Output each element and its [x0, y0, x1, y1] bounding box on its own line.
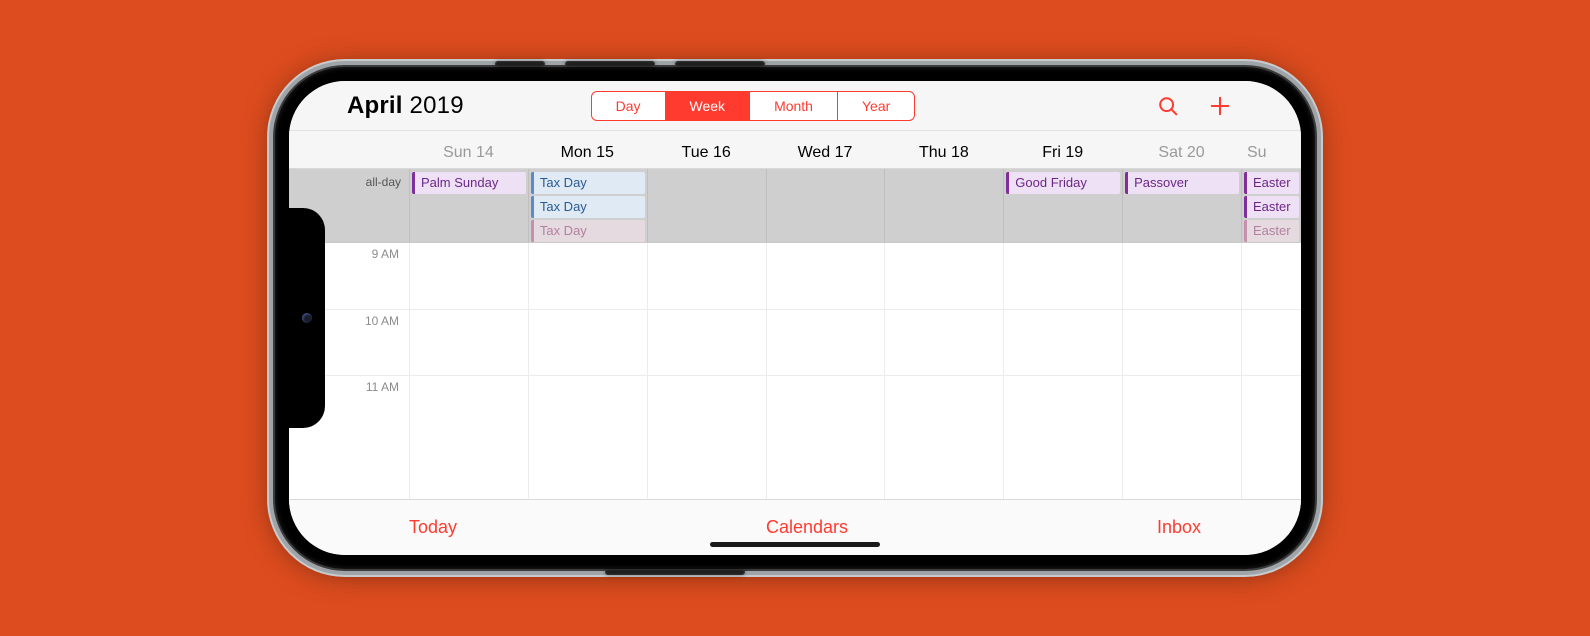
- device-screen: April 2019 Day Week Month Year: [289, 81, 1301, 555]
- device-button: [565, 61, 655, 67]
- segment-day[interactable]: Day: [592, 92, 666, 120]
- day-header[interactable]: Sun 14: [409, 144, 528, 162]
- day-column[interactable]: [528, 243, 647, 499]
- nav-icons: [1157, 95, 1231, 117]
- search-icon[interactable]: [1157, 95, 1179, 117]
- day-column[interactable]: [766, 243, 885, 499]
- day-headers: Sun 14 Mon 15 Tue 16 Wed 17 Thu 18 Fri 1…: [289, 131, 1301, 169]
- allday-event[interactable]: Palm Sunday: [412, 172, 526, 194]
- allday-event[interactable]: Easter: [1244, 172, 1299, 194]
- device-button: [605, 569, 745, 575]
- day-column[interactable]: [647, 243, 766, 499]
- allday-event[interactable]: Passover: [1125, 172, 1239, 194]
- page-title: April 2019: [347, 92, 464, 120]
- plus-icon[interactable]: [1209, 95, 1231, 117]
- allday-col: [766, 169, 885, 242]
- day-column[interactable]: [884, 243, 1003, 499]
- allday-event[interactable]: Good Friday: [1006, 172, 1120, 194]
- day-header[interactable]: Tue 16: [647, 144, 766, 162]
- device-button: [675, 61, 765, 67]
- device-frame: April 2019 Day Week Month Year: [275, 67, 1315, 569]
- day-header[interactable]: Mon 15: [528, 144, 647, 162]
- allday-col: [647, 169, 766, 242]
- allday-event[interactable]: Tax Day: [531, 172, 645, 194]
- calendars-button[interactable]: Calendars: [766, 517, 848, 538]
- segment-month[interactable]: Month: [750, 92, 838, 120]
- day-header[interactable]: Wed 17: [766, 144, 885, 162]
- allday-event[interactable]: Easter: [1244, 220, 1299, 242]
- view-segmented-control[interactable]: Day Week Month Year: [591, 91, 916, 121]
- title-month: April: [347, 92, 403, 119]
- allday-region: all-day Palm Sunday Tax Day Tax Day Tax …: [289, 169, 1301, 243]
- day-header[interactable]: Fri 19: [1003, 144, 1122, 162]
- title-year: 2019: [410, 92, 464, 119]
- day-header[interactable]: Su: [1241, 144, 1301, 162]
- allday-col: Palm Sunday: [409, 169, 528, 242]
- allday-col: Passover: [1122, 169, 1241, 242]
- calendar-app: April 2019 Day Week Month Year: [289, 81, 1301, 555]
- allday-col: [884, 169, 1003, 242]
- day-column[interactable]: [409, 243, 528, 499]
- today-button[interactable]: Today: [409, 517, 457, 538]
- segment-year[interactable]: Year: [838, 92, 914, 120]
- day-header[interactable]: Thu 18: [884, 144, 1003, 162]
- inbox-button[interactable]: Inbox: [1157, 517, 1201, 538]
- device-notch: [289, 208, 325, 428]
- allday-event[interactable]: Tax Day: [531, 220, 645, 242]
- segment-week[interactable]: Week: [666, 92, 751, 120]
- day-header[interactable]: Sat 20: [1122, 144, 1241, 162]
- allday-event[interactable]: Easter: [1244, 196, 1299, 218]
- allday-col: Easter Easter Easter: [1241, 169, 1301, 242]
- day-column[interactable]: [1241, 243, 1301, 499]
- day-column[interactable]: [1122, 243, 1241, 499]
- day-column[interactable]: [1003, 243, 1122, 499]
- navbar: April 2019 Day Week Month Year: [289, 81, 1301, 131]
- allday-event[interactable]: Tax Day: [531, 196, 645, 218]
- allday-col: Tax Day Tax Day Tax Day: [528, 169, 647, 242]
- device-button: [495, 61, 545, 67]
- home-indicator[interactable]: [710, 542, 880, 547]
- allday-col: Good Friday: [1003, 169, 1122, 242]
- timed-grid[interactable]: 9 AM 10 AM 11 AM: [289, 243, 1301, 499]
